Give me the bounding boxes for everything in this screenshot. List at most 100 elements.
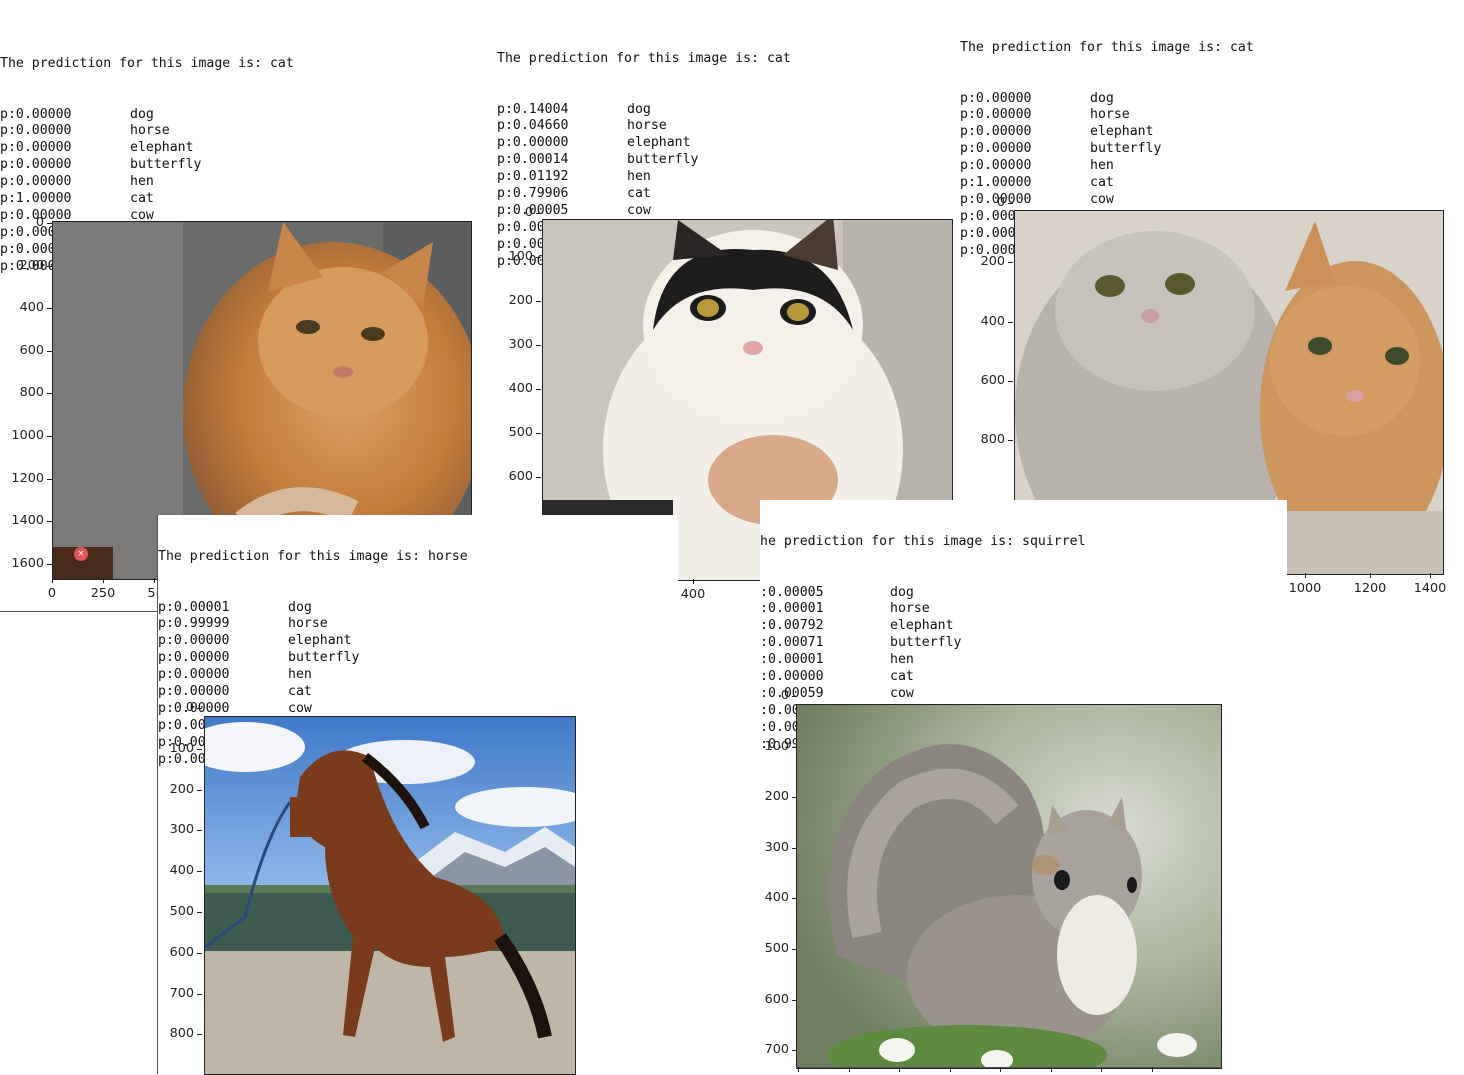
y-tick-label: 0 (185, 700, 194, 715)
y-tick-label: 500 (169, 904, 194, 919)
probability-value: p:0.00000 (960, 107, 1032, 123)
y-tick-mark (197, 830, 202, 832)
class-label: hen (288, 667, 312, 683)
close-icon[interactable]: × (74, 547, 88, 561)
probability-value: p:0.00000 (0, 174, 72, 190)
probability-row: p:0.00000 hen (158, 667, 468, 684)
class-label: hen (1090, 158, 1114, 174)
prediction-title: The prediction for this image is: horse (158, 548, 468, 564)
x-tick-mark (1050, 1067, 1052, 1072)
y-tick-label: 400 (508, 381, 533, 396)
prediction-title: he prediction for this image is: squirre… (760, 533, 1086, 549)
y-tick-label: 700 (169, 985, 194, 1001)
x-tick-mark (1000, 1067, 1001, 1072)
probability-row: p:0.00000 hen (960, 158, 1254, 175)
probability-value: p:0.00000 (960, 158, 1032, 174)
probability-value: p:0.01192 (497, 169, 569, 185)
y-tick-label: 0 (35, 215, 44, 230)
x-tick-mark (154, 578, 155, 583)
y-tick-label: 0 (524, 205, 533, 220)
x-tick-mark (949, 1067, 951, 1072)
x-tick-mark (1305, 573, 1306, 578)
probability-row: :0.00001 hen (760, 652, 1086, 669)
class-label: butterfly (130, 157, 202, 173)
y-tick-label: 300 (508, 337, 533, 352)
probability-row: p:0.00000 cat (158, 684, 468, 701)
y-tick-mark (197, 871, 202, 873)
y-tick-label: 100 (764, 738, 789, 754)
probability-value: p:0.00000 (158, 650, 230, 666)
probability-value: p:0.79906 (497, 185, 569, 201)
y-tick-label: 600 (169, 944, 194, 960)
probability-value: :0.00005 (760, 584, 824, 600)
y-tick-label: 500 (508, 425, 533, 440)
y-tick-label: 600 (508, 469, 533, 484)
y-tick-mark (536, 389, 541, 390)
probability-value: p:0.00014 (497, 152, 569, 168)
probability-value: :0.00071 (760, 635, 824, 651)
probability-row: p:0.00005 cow (497, 203, 791, 220)
class-label: cat (130, 190, 154, 206)
y-tick-mark (47, 393, 52, 395)
y-tick-mark (1008, 440, 1013, 442)
y-tick-mark (197, 708, 202, 709)
y-tick-label: 0 (780, 688, 789, 703)
y-tick-label: 600 (980, 372, 1005, 388)
probability-value: p:0.00000 (960, 141, 1032, 157)
probability-row: p:0.00000 butterfly (0, 157, 294, 174)
probability-value: p:0.00000 (158, 633, 230, 649)
y-tick-label: 200 (169, 781, 194, 797)
y-tick-mark (792, 847, 797, 849)
x-tick-mark (693, 579, 694, 584)
y-tick-label: 200 (19, 257, 44, 273)
probability-row: p:1.00000 cat (0, 191, 294, 208)
probability-value: :0.00792 (760, 618, 824, 634)
y-tick-label: 1000 (11, 428, 44, 443)
class-label: hen (130, 174, 154, 190)
class-label: butterfly (1090, 141, 1162, 157)
class-label: dog (1090, 90, 1114, 106)
class-label: hen (627, 169, 651, 185)
x-tick-mark (52, 578, 53, 583)
y-tick-label: 300 (764, 839, 789, 855)
probability-row: p:0.04660 horse (497, 118, 791, 135)
y-tick-mark (197, 993, 202, 995)
squirrel-photo (796, 704, 1222, 1069)
class-label: butterfly (627, 152, 699, 168)
y-tick-mark (792, 696, 797, 697)
probability-value: p:1.00000 (960, 174, 1032, 190)
x-tick-mark (1370, 573, 1371, 578)
probability-row: p:0.14004 dog (497, 102, 791, 119)
class-label: horse (1090, 107, 1130, 123)
probability-value: p:0.00000 (960, 90, 1032, 106)
class-label: dog (890, 584, 914, 600)
x-tick-label: 1200 (1353, 581, 1387, 596)
y-tick-mark (47, 265, 52, 267)
x-tick-mark (1430, 573, 1431, 578)
probability-value: :0.00001 (760, 652, 824, 668)
probability-value: p:0.00000 (497, 135, 569, 151)
prediction-title: The prediction for this image is: cat (960, 39, 1254, 55)
probability-value: p:0.00000 (960, 124, 1032, 140)
y-tick-label: 1400 (11, 513, 44, 529)
y-tick-mark (47, 223, 52, 224)
x-tick-mark (1101, 1067, 1102, 1072)
prediction-panel-squirrel: he prediction for this image is: squirre… (760, 500, 1287, 1074)
y-tick-mark (1008, 203, 1013, 204)
y-tick-label: 800 (19, 385, 44, 401)
class-label: horse (288, 616, 328, 632)
probability-row: p:0.00000 butterfly (158, 650, 468, 667)
x-tick-mark (798, 1067, 799, 1072)
probability-value: :0.00001 (760, 601, 824, 617)
probability-value: p:0.00000 (158, 667, 230, 683)
y-tick-mark (536, 477, 541, 478)
y-tick-label: 400 (19, 300, 44, 316)
class-label: cow (1090, 191, 1114, 207)
y-tick-mark (47, 478, 52, 480)
probability-row: p:0.00000 elephant (158, 633, 468, 650)
probability-row: p:0.00000 elephant (0, 140, 294, 157)
class-label: elephant (627, 135, 691, 151)
probability-value: p:0.00001 (158, 599, 230, 615)
y-tick-label: 300 (169, 822, 194, 838)
probability-row: p:0.00000 horse (0, 123, 294, 140)
